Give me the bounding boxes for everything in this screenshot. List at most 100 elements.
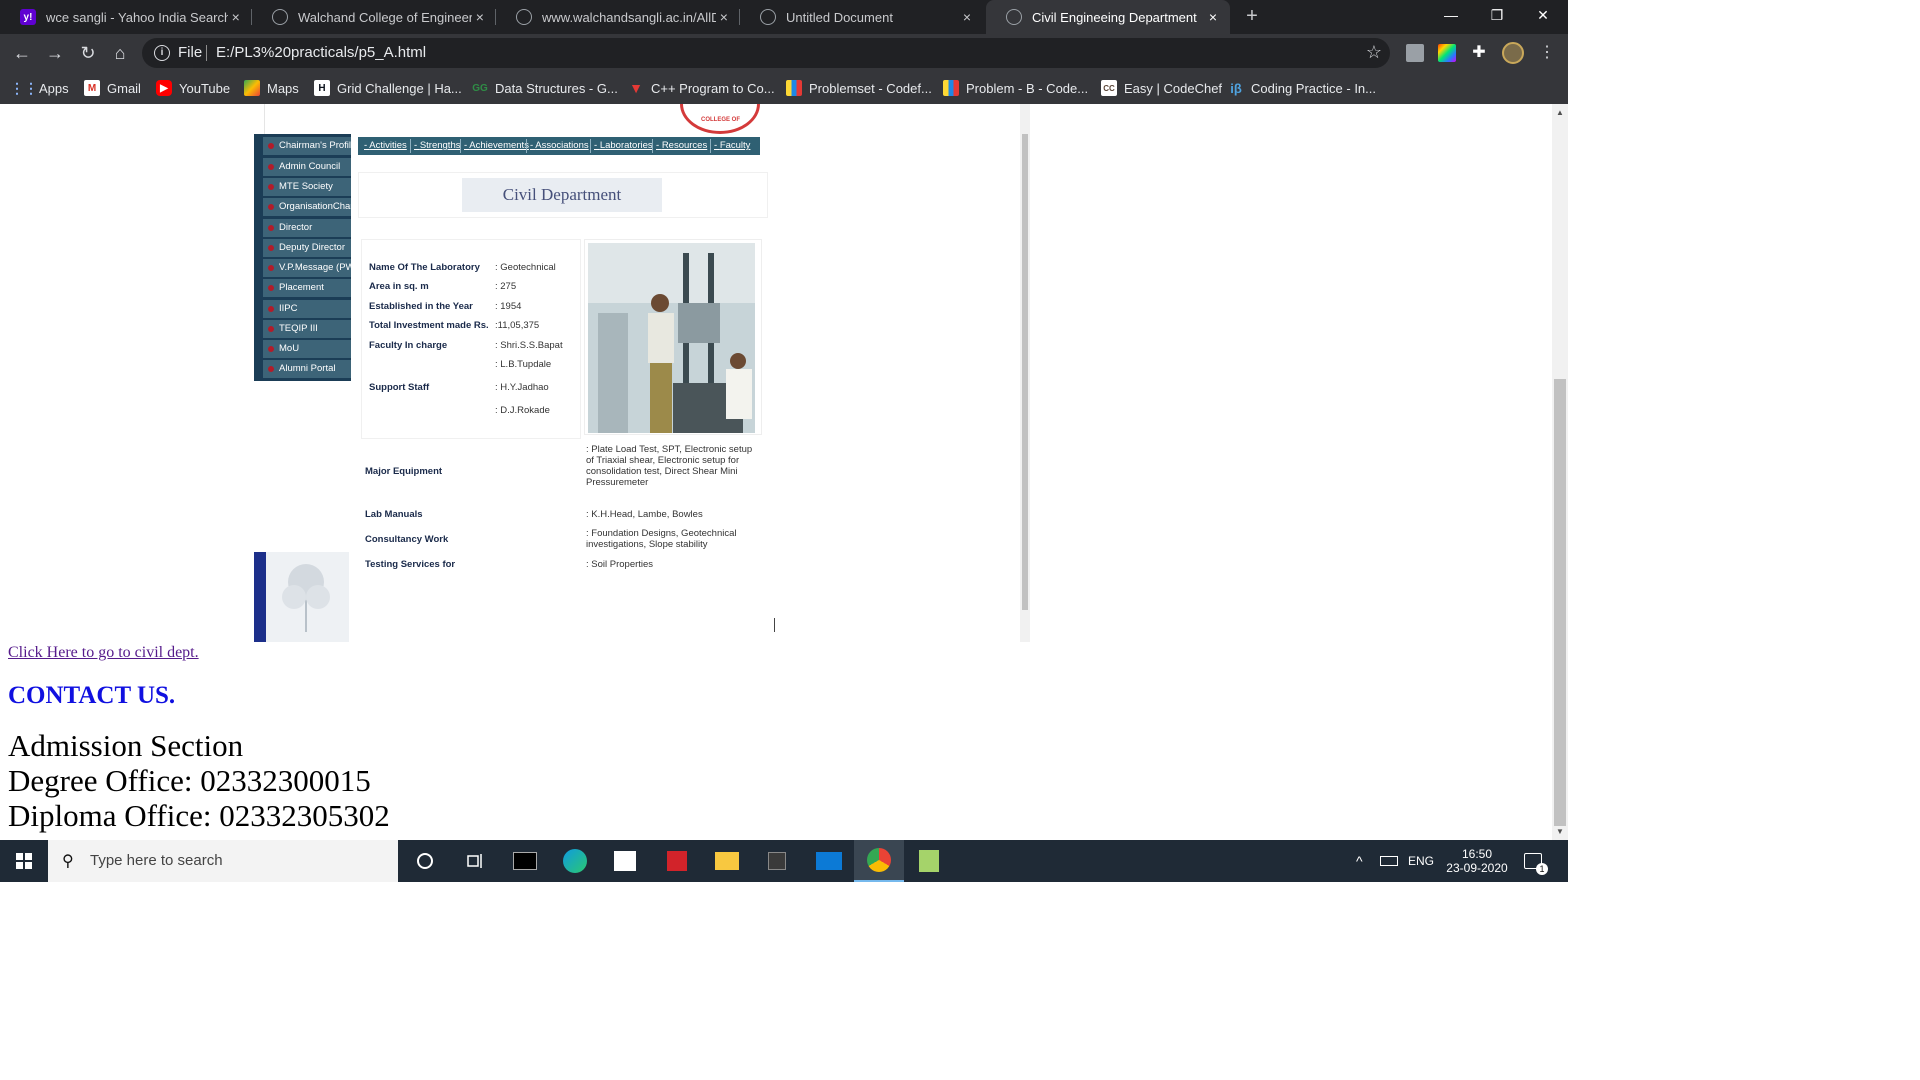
hackerrank-icon: H [314, 80, 330, 96]
notepad-icon[interactable] [904, 840, 954, 882]
address-bar[interactable]: i File E:/PL3%20practicals/p5_A.html ☆ [142, 38, 1390, 68]
tab-close-icon[interactable]: × [1204, 9, 1222, 25]
geeksforgeeks-icon: GG [472, 82, 488, 94]
sidebar-item-teqip[interactable]: TEQIP III [263, 320, 351, 338]
bookmark-codeforces[interactable]: Problemset - Codef... [786, 78, 932, 98]
civil-dept-link[interactable]: Click Here to go to civil dept. [8, 644, 199, 662]
label-lab-manuals: Lab Manuals [365, 509, 423, 520]
label-faculty-incharge: Faculty In charge [369, 340, 448, 351]
tab-laboratories[interactable]: - Laboratories [590, 139, 653, 153]
taskbar-search[interactable]: ⚲ Type here to search [48, 840, 398, 882]
edge-icon[interactable] [550, 840, 600, 882]
language-indicator[interactable]: ENG [1408, 840, 1434, 882]
tab-resources[interactable]: - Resources [651, 139, 707, 153]
forward-icon[interactable]: → [42, 40, 68, 66]
browser-tab[interactable]: Walchand College of Engineering × [252, 0, 496, 34]
color-extension-icon[interactable] [1438, 44, 1456, 62]
minimize-button[interactable]: — [1428, 0, 1474, 30]
label-established: Established in the Year [369, 301, 473, 312]
browser-tab[interactable]: www.walchandsangli.ac.in/AllDep × [496, 0, 740, 34]
menu-kebab-icon[interactable]: ⋮ [1538, 44, 1556, 62]
laboratory-photo [588, 243, 755, 433]
value-staff-1: : H.Y.Jadhao [495, 382, 549, 393]
extension-icon[interactable] [1406, 44, 1424, 62]
profile-avatar[interactable] [1502, 42, 1524, 64]
scroll-down-arrow-icon[interactable]: ▼ [1556, 827, 1564, 836]
mail-icon[interactable] [804, 840, 854, 882]
bookmark-youtube[interactable]: ▶ YouTube [156, 78, 230, 98]
tab-close-icon[interactable]: × [228, 9, 244, 25]
bookmark-label: YouTube [179, 80, 231, 96]
bookmark-apps[interactable]: ⋮⋮ Apps [10, 78, 69, 98]
tab-achievements[interactable]: - Achievements [460, 139, 529, 153]
notification-center-icon[interactable]: 1 [1524, 840, 1554, 882]
gmail-icon: M [84, 80, 100, 96]
tab-close-icon[interactable]: × [958, 9, 976, 25]
show-hidden-icons-icon[interactable]: ^ [1356, 840, 1363, 882]
app-icon[interactable] [752, 840, 802, 882]
bookmark-gfg[interactable]: GG Data Structures - G... [472, 78, 618, 98]
youtube-icon: ▶ [156, 80, 172, 96]
home-icon[interactable]: ⌂ [107, 40, 133, 66]
store-icon[interactable] [600, 840, 650, 882]
frame-scrollbar[interactable] [1020, 104, 1030, 642]
sidebar-menu: Chairman's Profile Admin Council MTE Soc… [254, 134, 351, 381]
bookmark-maps[interactable]: Maps [244, 78, 299, 98]
tab-associations[interactable]: - Associations [526, 139, 589, 153]
bookmark-star-icon[interactable]: ☆ [1366, 42, 1382, 63]
bookmark-interviewbit[interactable]: iβ Coding Practice - In... [1228, 78, 1376, 98]
sidebar-item-mou[interactable]: MoU [263, 340, 351, 358]
close-window-button[interactable]: ✕ [1520, 0, 1566, 30]
sidebar-item-placement[interactable]: Placement [263, 279, 351, 297]
tab-close-icon[interactable]: × [472, 9, 488, 25]
address-line-diploma: Diploma Office: 02332305302 [8, 798, 390, 833]
value-staff-2: : D.J.Rokade [495, 405, 550, 416]
sidebar-item-iipc[interactable]: IIPC [263, 300, 351, 318]
battery-icon[interactable] [1380, 840, 1398, 882]
new-tab-button[interactable]: + [1240, 4, 1264, 28]
windows-start-icon[interactable] [0, 840, 48, 882]
browser-tab[interactable]: Untitled Document × [740, 0, 984, 34]
terminal-icon[interactable] [500, 840, 550, 882]
info-icon[interactable]: i [154, 45, 170, 61]
bookmarks-bar: ⋮⋮ Apps M Gmail ▶ YouTube Maps H Grid Ch… [0, 72, 1568, 104]
browser-tab[interactable]: y! wce sangli - Yahoo India Search R × [0, 0, 252, 34]
sidebar-item-alumni-portal[interactable]: Alumni Portal [263, 360, 351, 378]
sidebar-item-mte-society[interactable]: MTE Society [263, 178, 351, 196]
chrome-taskbar-icon[interactable] [854, 840, 904, 882]
search-placeholder: Type here to search [90, 852, 223, 869]
bookmark-codechef[interactable]: CC Easy | CodeChef [1101, 78, 1222, 98]
clock[interactable]: 16:50 23-09-2020 [1444, 840, 1510, 882]
bookmark-tutorialspoint[interactable]: ▼ C++ Program to Co... [628, 78, 775, 98]
sidebar-item-admin-council[interactable]: Admin Council [263, 158, 351, 176]
tab-activities[interactable]: - Activities [364, 139, 407, 153]
extensions-puzzle-icon[interactable]: ✚ [1470, 44, 1488, 62]
bookmark-codeforces-b[interactable]: Problem - B - Code... [943, 78, 1088, 98]
back-icon[interactable]: ← [9, 40, 35, 66]
bookmark-gmail[interactable]: M Gmail [84, 78, 141, 98]
value-lab-name: : Geotechnical [495, 262, 556, 273]
sidebar-item-chairmans-profile[interactable]: Chairman's Profile [263, 137, 351, 155]
cortana-icon[interactable] [400, 840, 450, 882]
reload-icon[interactable]: ↻ [75, 40, 101, 66]
page-scrollbar-thumb[interactable] [1554, 379, 1566, 826]
tab-strengths[interactable]: - Strengths [409, 139, 460, 153]
tab-close-icon[interactable]: × [716, 9, 732, 25]
bullet-icon [268, 306, 274, 312]
file-explorer-icon[interactable] [702, 840, 752, 882]
sidebar-item-organisation-chart[interactable]: OrganisationChart [263, 198, 351, 216]
bullet-icon [268, 285, 274, 291]
sidebar-item-director[interactable]: Director [263, 219, 351, 237]
page-scrollbar[interactable]: ▲ ▼ [1552, 104, 1568, 840]
sidebar-item-vp-message[interactable]: V.P.Message (PW) [263, 259, 351, 277]
scroll-up-arrow-icon[interactable]: ▲ [1556, 108, 1564, 117]
task-view-icon[interactable] [450, 840, 500, 882]
browser-tab-active[interactable]: Civil Engineeing Department × [986, 0, 1230, 34]
gift-icon[interactable] [652, 840, 702, 882]
bookmark-hackerrank[interactable]: H Grid Challenge | Ha... [314, 78, 462, 98]
frame-scrollbar-thumb[interactable] [1022, 134, 1028, 610]
sidebar-item-deputy-director[interactable]: Deputy Director [263, 239, 351, 257]
maximize-button[interactable]: ❐ [1474, 0, 1520, 30]
tab-faculty[interactable]: - Faculty [709, 139, 750, 153]
address-url[interactable]: E:/PL3%20practicals/p5_A.html [216, 44, 426, 61]
